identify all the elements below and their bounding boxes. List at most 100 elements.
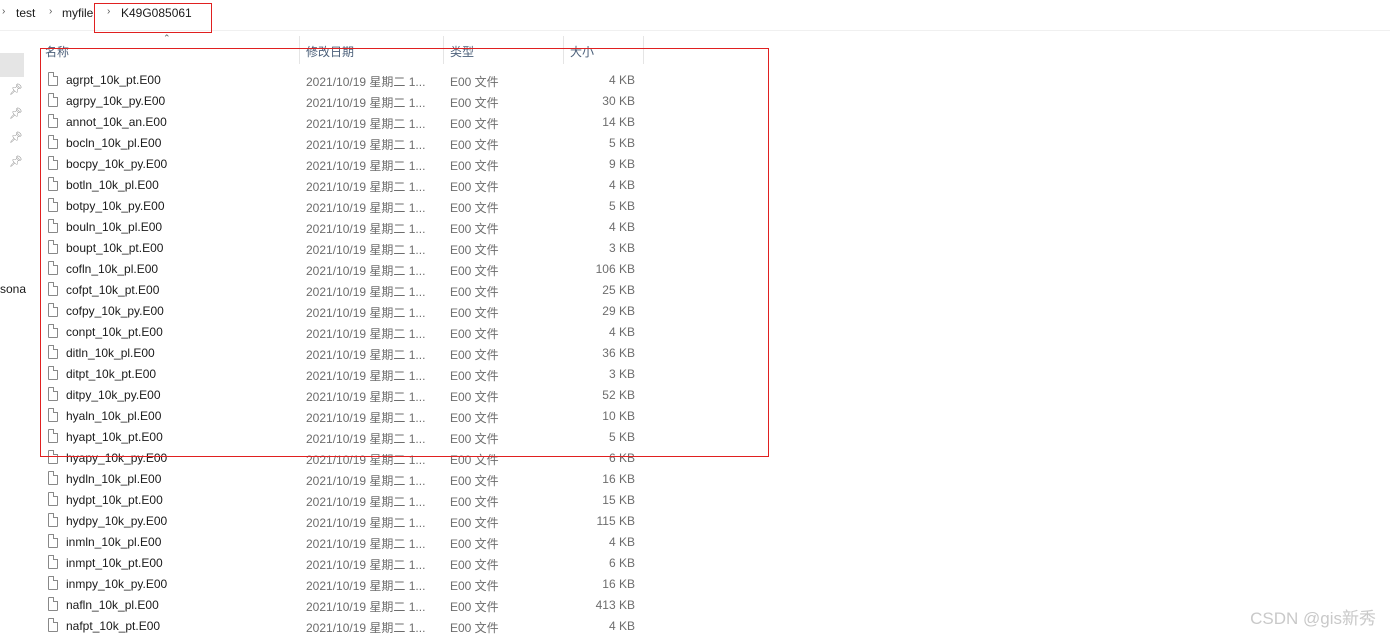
file-type: E00 文件 xyxy=(450,75,499,89)
table-row[interactable]: hyapt_10k_pt.E00 2021/10/19 星期二 1... E00 文… xyxy=(0,427,700,448)
file-icon xyxy=(48,471,58,485)
file-size: 10 KB xyxy=(602,409,635,423)
file-icon xyxy=(48,618,58,632)
file-name: cofpy_10k_py.E00 xyxy=(66,304,164,318)
file-type: E00 文件 xyxy=(450,495,499,509)
file-size: 4 KB xyxy=(608,325,635,339)
table-row[interactable]: hydpt_10k_pt.E00 2021/10/19 星期二 1... E00 文… xyxy=(0,490,700,511)
file-name: ditpy_10k_py.E00 xyxy=(66,388,161,402)
table-row[interactable]: ditpt_10k_pt.E00 2021/10/19 星期二 1... E00 文… xyxy=(0,364,700,385)
table-row[interactable]: agrpt_10k_pt.E00 2021/10/19 星期二 1... E00 文… xyxy=(0,70,700,91)
column-header-type-label: 类型 xyxy=(450,45,475,59)
file-size: 115 KB xyxy=(596,514,635,528)
file-icon xyxy=(48,114,58,128)
table-row[interactable]: ditln_10k_pl.E00 2021/10/19 星期二 1... E00 文… xyxy=(0,343,700,364)
table-row[interactable]: hyaln_10k_pl.E00 2021/10/19 星期二 1... E00 文… xyxy=(0,406,700,427)
file-name: inmpt_10k_pt.E00 xyxy=(66,556,163,570)
column-header-size-label: 大小 xyxy=(570,45,595,59)
file-modified-date: 2021/10/19 星期二 1... xyxy=(306,264,426,278)
file-modified-date: 2021/10/19 星期二 1... xyxy=(306,537,426,551)
file-type: E00 文件 xyxy=(450,579,499,593)
file-size: 25 KB xyxy=(602,283,635,297)
table-row[interactable]: bocln_10k_pl.E00 2021/10/19 星期二 1... E00 文… xyxy=(0,133,700,154)
file-size: 4 KB xyxy=(608,220,635,234)
column-divider[interactable] xyxy=(643,36,644,64)
file-icon xyxy=(48,324,58,338)
file-name: hydpy_10k_py.E00 xyxy=(66,514,168,528)
file-modified-date: 2021/10/19 星期二 1... xyxy=(306,201,426,215)
table-row[interactable]: cofln_10k_pl.E00 2021/10/19 星期二 1... E00 文… xyxy=(0,259,700,280)
table-row[interactable]: hydpy_10k_py.E00 2021/10/19 星期二 1... E00 文… xyxy=(0,511,700,532)
column-header-name[interactable]: 名称 xyxy=(40,36,298,64)
table-row[interactable]: inmpy_10k_py.E00 2021/10/19 星期二 1... E00 文… xyxy=(0,574,700,595)
chevron-right-icon[interactable]: › xyxy=(2,6,5,17)
file-name: hyaln_10k_pl.E00 xyxy=(66,409,162,423)
table-row[interactable]: boupt_10k_pt.E00 2021/10/19 星期二 1... E00 文… xyxy=(0,238,700,259)
file-name: agrpt_10k_pt.E00 xyxy=(66,73,161,87)
table-row[interactable]: botpy_10k_py.E00 2021/10/19 星期二 1... E00 文… xyxy=(0,196,700,217)
file-modified-date: 2021/10/19 星期二 1... xyxy=(306,516,426,530)
file-size: 15 KB xyxy=(602,493,635,507)
file-type: E00 文件 xyxy=(450,600,499,614)
column-header-type[interactable]: 类型 xyxy=(444,36,562,64)
file-icon xyxy=(48,198,58,212)
column-header-date[interactable]: 修改日期 xyxy=(300,36,442,64)
file-size: 4 KB xyxy=(608,73,635,87)
table-row[interactable]: inmln_10k_pl.E00 2021/10/19 星期二 1... E00 文… xyxy=(0,532,700,553)
file-name: annot_10k_an.E00 xyxy=(66,115,167,129)
table-row[interactable]: cofpy_10k_py.E00 2021/10/19 星期二 1... E00 文… xyxy=(0,301,700,322)
file-size: 5 KB xyxy=(608,199,635,213)
file-type: E00 文件 xyxy=(450,180,499,194)
table-row[interactable]: bocpy_10k_py.E00 2021/10/19 星期二 1... E00 文… xyxy=(0,154,700,175)
table-row[interactable]: botln_10k_pl.E00 2021/10/19 星期二 1... E00 文… xyxy=(0,175,700,196)
file-modified-date: 2021/10/19 星期二 1... xyxy=(306,75,426,89)
table-row[interactable]: nafpt_10k_pt.E00 2021/10/19 星期二 1... E00 文… xyxy=(0,616,700,637)
file-type: E00 文件 xyxy=(450,264,499,278)
table-row[interactable]: hyapy_10k_py.E00 2021/10/19 星期二 1... E00 文… xyxy=(0,448,700,469)
table-row[interactable]: agrpy_10k_py.E00 2021/10/19 星期二 1... E00 文… xyxy=(0,91,700,112)
file-name: cofln_10k_pl.E00 xyxy=(66,262,159,276)
file-type: E00 文件 xyxy=(450,96,499,110)
file-name: hydpt_10k_pt.E00 xyxy=(66,493,163,507)
file-modified-date: 2021/10/19 星期二 1... xyxy=(306,117,426,131)
file-type: E00 文件 xyxy=(450,621,499,635)
table-row[interactable]: ditpy_10k_py.E00 2021/10/19 星期二 1... E00 文… xyxy=(0,385,700,406)
file-name: cofpt_10k_pt.E00 xyxy=(66,283,160,297)
file-icon xyxy=(48,387,58,401)
table-row[interactable]: cofpt_10k_pt.E00 2021/10/19 星期二 1... E00 文… xyxy=(0,280,700,301)
file-type: E00 文件 xyxy=(450,369,499,383)
file-modified-date: 2021/10/19 星期二 1... xyxy=(306,327,426,341)
file-size: 4 KB xyxy=(608,178,635,192)
file-modified-date: 2021/10/19 星期二 1... xyxy=(306,180,426,194)
breadcrumb-item-myfile[interactable]: myfile xyxy=(62,6,93,20)
file-icon xyxy=(48,492,58,506)
table-row[interactable]: inmpt_10k_pt.E00 2021/10/19 星期二 1... E00 文… xyxy=(0,553,700,574)
file-name: bouln_10k_pl.E00 xyxy=(66,220,163,234)
file-size: 52 KB xyxy=(602,388,635,402)
breadcrumb-item-current-folder[interactable]: K49G085061 xyxy=(121,6,192,20)
file-name: botpy_10k_py.E00 xyxy=(66,199,165,213)
chevron-right-icon[interactable]: › xyxy=(49,6,52,17)
chevron-right-icon[interactable]: › xyxy=(107,6,110,17)
file-icon xyxy=(48,555,58,569)
table-row[interactable]: nafln_10k_pl.E00 2021/10/19 星期二 1... E00 文… xyxy=(0,595,700,616)
file-icon xyxy=(48,177,58,191)
file-size: 9 KB xyxy=(608,157,635,171)
column-header-name-label: 名称 xyxy=(45,45,70,59)
file-type: E00 文件 xyxy=(450,243,499,257)
file-type: E00 文件 xyxy=(450,201,499,215)
table-row[interactable]: conpt_10k_pt.E00 2021/10/19 星期二 1... E00 文… xyxy=(0,322,700,343)
file-icon xyxy=(48,450,58,464)
file-modified-date: 2021/10/19 星期二 1... xyxy=(306,411,426,425)
table-row[interactable]: annot_10k_an.E00 2021/10/19 星期二 1... E00 文… xyxy=(0,112,700,133)
file-modified-date: 2021/10/19 星期二 1... xyxy=(306,306,426,320)
file-icon xyxy=(48,408,58,422)
table-row[interactable]: bouln_10k_pl.E00 2021/10/19 星期二 1... E00 文… xyxy=(0,217,700,238)
file-size: 3 KB xyxy=(608,241,635,255)
table-row[interactable]: hydln_10k_pl.E00 2021/10/19 星期二 1... E00 文… xyxy=(0,469,700,490)
column-header-size[interactable]: 大小 xyxy=(564,36,642,64)
breadcrumb-item-test[interactable]: test xyxy=(16,6,35,20)
file-name: hyapt_10k_pt.E00 xyxy=(66,430,163,444)
file-name: botln_10k_pl.E00 xyxy=(66,178,159,192)
file-size: 16 KB xyxy=(602,577,635,591)
